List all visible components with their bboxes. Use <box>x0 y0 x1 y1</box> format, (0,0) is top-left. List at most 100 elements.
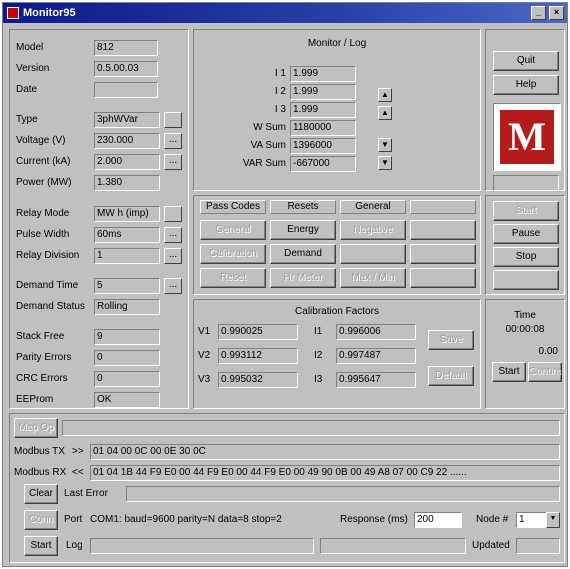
updated-field <box>516 538 560 554</box>
response-label: Response (ms) <box>340 514 408 525</box>
monitor-row-value: 1396000 <box>290 138 356 154</box>
current-label: Current (kA) <box>16 156 71 167</box>
eeprom-field: OK <box>94 392 160 408</box>
grid-header: Resets <box>270 200 336 214</box>
voltage-field: 230.000 <box>94 133 160 149</box>
command-button[interactable]: Energy <box>270 220 336 240</box>
type-label: Type <box>16 114 38 125</box>
quit-button[interactable]: Quit <box>493 51 559 71</box>
current-edit-button[interactable]: ... <box>164 154 182 170</box>
grid-header <box>410 200 476 214</box>
map-op-button[interactable]: Map Op <box>14 418 58 438</box>
relay-mode-edit-button[interactable] <box>164 206 182 222</box>
pause-button[interactable]: Pause <box>493 224 559 244</box>
log-status-field <box>320 538 466 554</box>
app-icon <box>7 7 19 19</box>
voltage-edit-button[interactable]: ... <box>164 133 182 149</box>
date-field <box>94 82 158 98</box>
crc-errors-field: 0 <box>94 371 160 387</box>
command-button[interactable]: Calibration <box>200 244 266 264</box>
command-panel: Pass Codes Resets General General Energy Nega… <box>193 195 481 295</box>
demand-time-edit-button[interactable]: ... <box>164 278 182 294</box>
timer-continue-button[interactable]: Continue <box>528 362 562 382</box>
monitor-row-value: -667000 <box>290 156 356 172</box>
demand-status-field: Rolling <box>94 299 160 315</box>
command-button[interactable]: Demand <box>270 244 336 264</box>
log-label: Log <box>66 540 83 551</box>
modbus-panel: Map Op Modbus TX >> 01 04 00 0C 00 0E 30… <box>9 413 565 563</box>
calibration-panel: Calibration Factors V1 0.990025 I1 0.996006… <box>193 299 481 409</box>
command-button[interactable]: Hr Meter <box>270 268 336 288</box>
close-button[interactable]: × <box>549 6 564 20</box>
cal-i-label: I2 <box>314 350 323 361</box>
rx-direction-icon: << <box>72 467 84 478</box>
log-start-button[interactable]: Start <box>24 536 58 556</box>
last-error-label: Last Error <box>64 488 108 499</box>
command-button[interactable] <box>410 268 476 288</box>
parity-errors-label: Parity Errors <box>16 352 72 363</box>
monitor-title: Monitor / Log <box>307 38 367 49</box>
cal-v-label: V3 <box>198 374 211 385</box>
cal-v-label: V1 <box>198 326 211 337</box>
scroll-down-icon[interactable]: ▼ <box>378 138 392 152</box>
port-label: Port <box>64 514 83 525</box>
timer-title: Time <box>514 310 536 321</box>
tx-direction-icon: >> <box>72 446 84 457</box>
scroll-up-icon[interactable]: ▲ <box>378 88 392 102</box>
stop-button[interactable]: Stop <box>493 247 559 267</box>
logo-m-icon: M <box>500 110 554 164</box>
cal-i-field: 0.997487 <box>336 348 416 364</box>
command-button[interactable]: Reset <box>200 268 266 288</box>
command-button[interactable]: General <box>200 220 266 240</box>
grid-header: Pass Codes <box>200 200 266 214</box>
scroll-down-fast-icon[interactable]: ▼ <box>378 156 392 170</box>
type-edit-button[interactable] <box>164 112 182 128</box>
title-bar: Monitor95 _ × <box>3 3 567 23</box>
calibration-default-button[interactable]: Default <box>428 366 474 386</box>
timer-time: 00:00:08 <box>505 324 545 335</box>
node-dropdown-icon[interactable]: ▼ <box>546 512 560 528</box>
relay-division-label: Relay Division <box>16 250 80 261</box>
type-field: 3phWVar <box>94 112 160 128</box>
grid-header: General <box>340 200 406 214</box>
scroll-up-fast-icon[interactable]: ▲ <box>378 106 392 120</box>
cal-v-field: 0.993112 <box>218 348 298 364</box>
clear-button[interactable]: Clear <box>24 484 58 504</box>
pulse-width-label: Pulse Width <box>16 229 70 240</box>
progress-field <box>493 175 559 191</box>
command-button[interactable] <box>410 244 476 264</box>
command-button[interactable]: Negative <box>340 220 406 240</box>
timer-start-button[interactable]: Start <box>492 362 526 382</box>
relay-division-field: 1 <box>94 248 160 264</box>
cal-v-field: 0.990025 <box>218 324 298 340</box>
stack-free-label: Stack Free <box>16 331 65 342</box>
node-label: Node # <box>476 514 509 525</box>
calibration-save-button[interactable]: Save <box>428 330 474 350</box>
monitor-panel: Monitor / Log I 1 1.999 I 2 1.999 I 3 1.999 W … <box>193 29 481 191</box>
timer-count: 0.00 <box>538 346 558 357</box>
cal-i-label: I1 <box>314 326 323 337</box>
command-button[interactable] <box>340 244 406 264</box>
pulse-width-edit-button[interactable]: ... <box>164 227 182 243</box>
last-error-field <box>126 486 560 502</box>
demand-time-label: Demand Time <box>16 280 79 291</box>
calibration-title: Calibration Factors <box>295 306 379 317</box>
relay-division-edit-button[interactable]: ... <box>164 248 182 264</box>
blank-button[interactable] <box>493 270 559 290</box>
current-field: 2.000 <box>94 154 160 170</box>
cal-i-field: 0.995647 <box>336 372 416 388</box>
minimize-button[interactable]: _ <box>531 6 546 20</box>
response-input[interactable]: 200 <box>414 512 462 528</box>
command-button[interactable]: Max / Min <box>340 268 406 288</box>
connect-button[interactable]: Conn <box>24 510 58 530</box>
command-button[interactable] <box>410 220 476 240</box>
cal-v-label: V2 <box>198 350 211 361</box>
main-window: Monitor95 _ × Model 812 Version 0.5.00.0… <box>2 2 568 567</box>
log-field <box>90 538 314 554</box>
monitor-row-value: 1.999 <box>290 66 356 82</box>
modbus-rx-field: 01 04 1B 44 F9 E0 00 44 F9 E0 00 44 F9 E… <box>90 465 560 481</box>
help-button[interactable]: Help <box>493 75 559 95</box>
eeprom-label: EEProm <box>16 394 54 405</box>
run-start-button[interactable]: Start <box>493 201 559 221</box>
cal-i-field: 0.996006 <box>336 324 416 340</box>
